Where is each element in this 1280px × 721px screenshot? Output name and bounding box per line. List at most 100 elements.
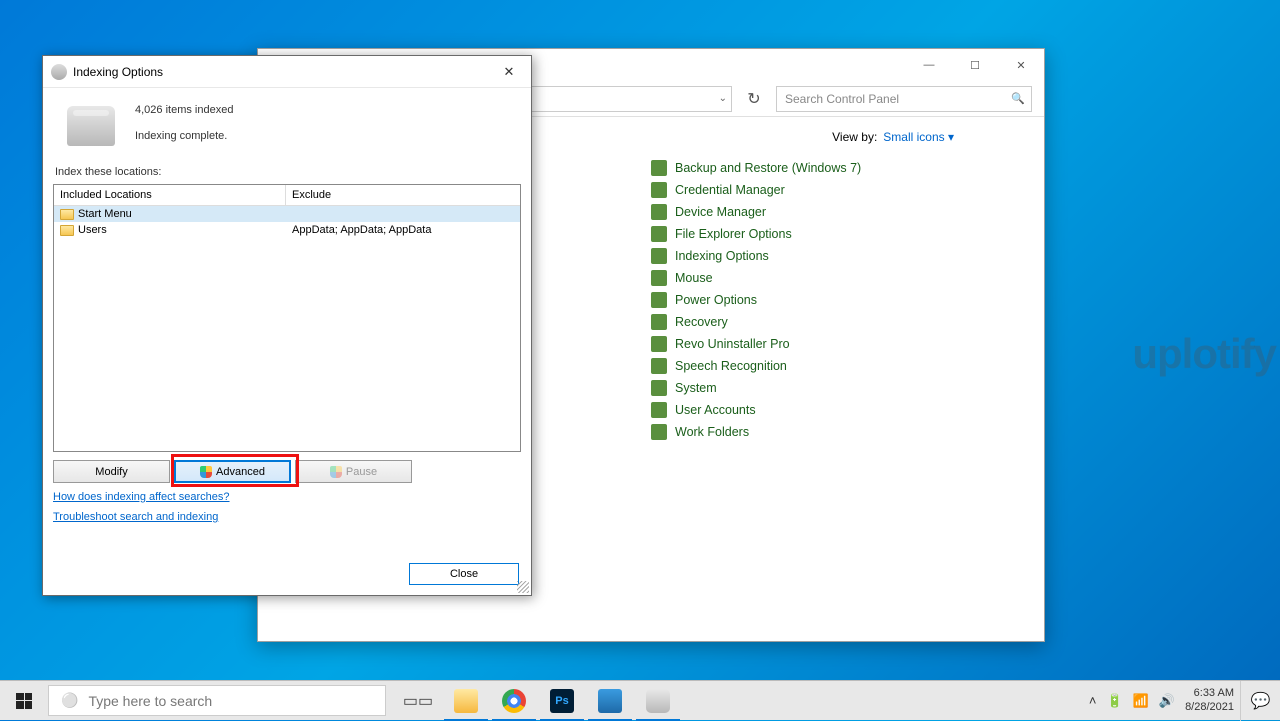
taskbar: ⚪ Type here to search ▭▭ Ps ˄ 🔋 📶 🔊 6:33…: [0, 680, 1280, 720]
dialog-title: Indexing Options: [73, 65, 163, 79]
cp-item[interactable]: Credential Manager: [651, 179, 1024, 201]
exclude-cell: [286, 206, 520, 222]
tray-chevron-up-icon[interactable]: ˄: [1089, 693, 1097, 708]
pause-button-label: Pause: [346, 466, 377, 478]
close-button[interactable]: ✕: [998, 49, 1044, 81]
col-included-header[interactable]: Included Locations: [54, 185, 286, 206]
cp-item-icon: [651, 402, 667, 418]
task-view-button[interactable]: ▭▭: [394, 681, 442, 721]
cp-item-label: Mouse: [675, 271, 713, 285]
path-dropdown-icon[interactable]: ⌄: [719, 93, 727, 104]
cp-item-label: Power Options: [675, 293, 757, 307]
tray-volume-icon[interactable]: 🔊: [1159, 693, 1175, 709]
cp-item-label: Device Manager: [675, 205, 766, 219]
search-icon: ⚪: [61, 692, 78, 709]
cp-item[interactable]: Device Manager: [651, 201, 1024, 223]
cp-item-icon: [651, 182, 667, 198]
cp-item-label: Backup and Restore (Windows 7): [675, 161, 861, 175]
cp-item-label: File Explorer Options: [675, 227, 792, 241]
tray-battery-icon[interactable]: 🔋: [1107, 693, 1123, 709]
indexing-dialog-icon: [51, 64, 67, 80]
cp-item-label: Work Folders: [675, 425, 749, 439]
tray-wifi-icon[interactable]: 📶: [1133, 693, 1149, 709]
cp-item-icon: [651, 292, 667, 308]
cp-item-icon: [651, 204, 667, 220]
taskbar-app4[interactable]: [586, 681, 634, 721]
search-input[interactable]: Search Control Panel 🔍: [776, 86, 1032, 112]
cp-item[interactable]: Mouse: [651, 267, 1024, 289]
items-indexed-text: 4,026 items indexed: [135, 104, 233, 116]
watermark-text: uplotify: [1132, 330, 1276, 378]
start-button[interactable]: [0, 681, 48, 720]
cp-item[interactable]: Recovery: [651, 311, 1024, 333]
maximize-button[interactable]: ☐: [952, 49, 998, 81]
cp-item-label: Speech Recognition: [675, 359, 787, 373]
indexing-status-block: 4,026 items indexed Indexing complete.: [53, 96, 521, 160]
taskbar-photoshop[interactable]: Ps: [538, 681, 586, 721]
indexing-status-text: Indexing complete.: [135, 130, 233, 142]
cp-item[interactable]: Power Options: [651, 289, 1024, 311]
cp-item-label: System: [675, 381, 717, 395]
table-row[interactable]: Users AppData; AppData; AppData: [54, 222, 520, 238]
advanced-button[interactable]: Advanced: [174, 460, 291, 483]
cp-item-icon: [651, 226, 667, 242]
minimize-button[interactable]: —: [906, 49, 952, 81]
notification-button[interactable]: 💬: [1240, 681, 1280, 721]
cp-item-icon: [651, 380, 667, 396]
col-exclude-header[interactable]: Exclude: [286, 185, 520, 206]
cp-item[interactable]: Backup and Restore (Windows 7): [651, 157, 1024, 179]
folder-icon: [60, 209, 74, 220]
tray-clock[interactable]: 6:33 AM 8/28/2021: [1185, 687, 1234, 713]
cp-item[interactable]: System: [651, 377, 1024, 399]
cp-item-icon: [651, 336, 667, 352]
exclude-cell: AppData; AppData; AppData: [286, 222, 520, 238]
viewby-label: View by:: [832, 130, 877, 144]
location-name: Users: [78, 224, 107, 236]
location-name: Start Menu: [78, 208, 132, 220]
cp-item[interactable]: Speech Recognition: [651, 355, 1024, 377]
cp-item-label: Recovery: [675, 315, 728, 329]
cp-item[interactable]: User Accounts: [651, 399, 1024, 421]
cp-item[interactable]: Indexing Options: [651, 245, 1024, 267]
system-tray: ˄ 🔋 📶 🔊 6:33 AM 8/28/2021: [1083, 681, 1240, 720]
close-button[interactable]: Close: [409, 563, 519, 585]
locations-label: Index these locations:: [55, 166, 521, 178]
folder-icon: [60, 225, 74, 236]
tray-time-text: 6:33 AM: [1185, 687, 1234, 700]
cp-item[interactable]: File Explorer Options: [651, 223, 1024, 245]
search-placeholder-text: Type here to search: [88, 693, 212, 709]
taskbar-file-explorer[interactable]: [442, 681, 490, 721]
taskbar-indexing-options[interactable]: [634, 681, 682, 721]
cp-item-icon: [651, 358, 667, 374]
search-placeholder: Search Control Panel: [785, 92, 899, 106]
indexing-options-dialog: Indexing Options ✕ 4,026 items indexed I…: [42, 55, 532, 596]
cp-item-label: Credential Manager: [675, 183, 785, 197]
cp-item-icon: [651, 424, 667, 440]
taskbar-search-input[interactable]: ⚪ Type here to search: [48, 685, 386, 716]
cp-item-label: Indexing Options: [675, 249, 769, 263]
cp-item-icon: [651, 270, 667, 286]
cp-item[interactable]: Revo Uninstaller Pro: [651, 333, 1024, 355]
cp-item-icon: [651, 314, 667, 330]
troubleshoot-link[interactable]: Troubleshoot search and indexing: [53, 511, 521, 523]
cp-item-icon: [651, 248, 667, 264]
cp-item-label: Revo Uninstaller Pro: [675, 337, 790, 351]
modify-button[interactable]: Modify: [53, 460, 170, 483]
cp-item-label: User Accounts: [675, 403, 756, 417]
windows-logo-icon: [16, 693, 32, 709]
dialog-close-button[interactable]: ✕: [495, 61, 523, 83]
cp-item-icon: [651, 160, 667, 176]
table-row[interactable]: Start Menu: [54, 206, 520, 222]
resize-grip[interactable]: [517, 581, 529, 593]
idx-titlebar: Indexing Options ✕: [43, 56, 531, 88]
tray-date-text: 8/28/2021: [1185, 701, 1234, 714]
how-indexing-link[interactable]: How does indexing affect searches?: [53, 491, 521, 503]
locations-table: Included Locations Exclude Start Menu Use…: [53, 184, 521, 452]
viewby-dropdown[interactable]: Small icons ▾: [883, 130, 954, 144]
shield-icon: [330, 466, 342, 478]
taskbar-chrome[interactable]: [490, 681, 538, 721]
pause-button: Pause: [295, 460, 412, 483]
search-icon: 🔍: [1011, 92, 1025, 105]
cp-item[interactable]: Work Folders: [651, 421, 1024, 443]
refresh-button[interactable]: ↻: [740, 86, 768, 112]
